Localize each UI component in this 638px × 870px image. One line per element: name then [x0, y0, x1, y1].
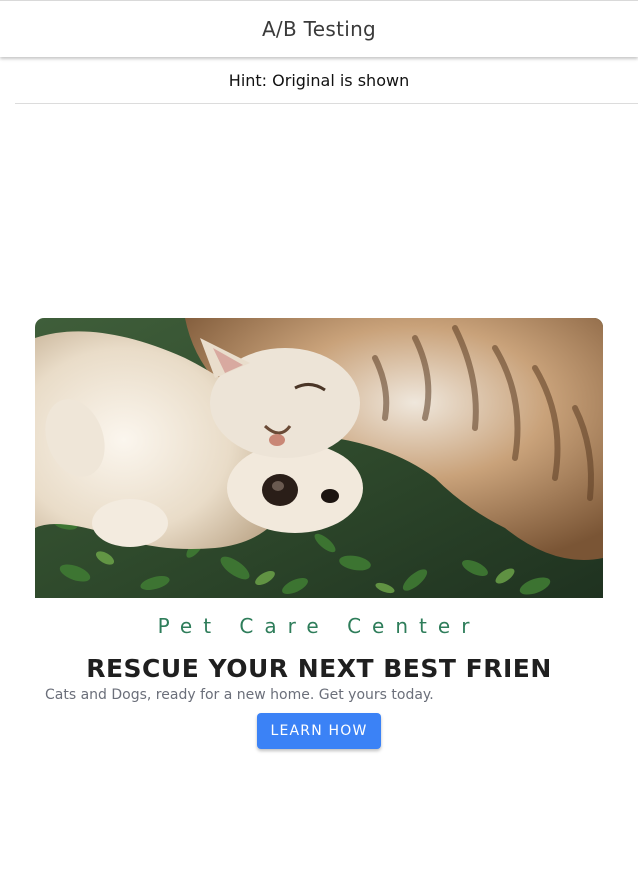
- learn-how-button[interactable]: LEARN HOW: [257, 713, 381, 749]
- hint-banner: Hint: Original is shown: [15, 58, 638, 104]
- brand-name: Pet Care Center: [157, 614, 481, 638]
- hint-text: Hint: Original is shown: [228, 71, 410, 90]
- headline: RESCUE YOUR NEXT BEST FRIEN: [86, 654, 552, 683]
- app-bar: A/B Testing: [0, 0, 638, 57]
- subtext: Cats and Dogs, ready for a new home. Get…: [45, 687, 434, 703]
- hero-image: [35, 318, 603, 598]
- app-title: A/B Testing: [261, 17, 377, 41]
